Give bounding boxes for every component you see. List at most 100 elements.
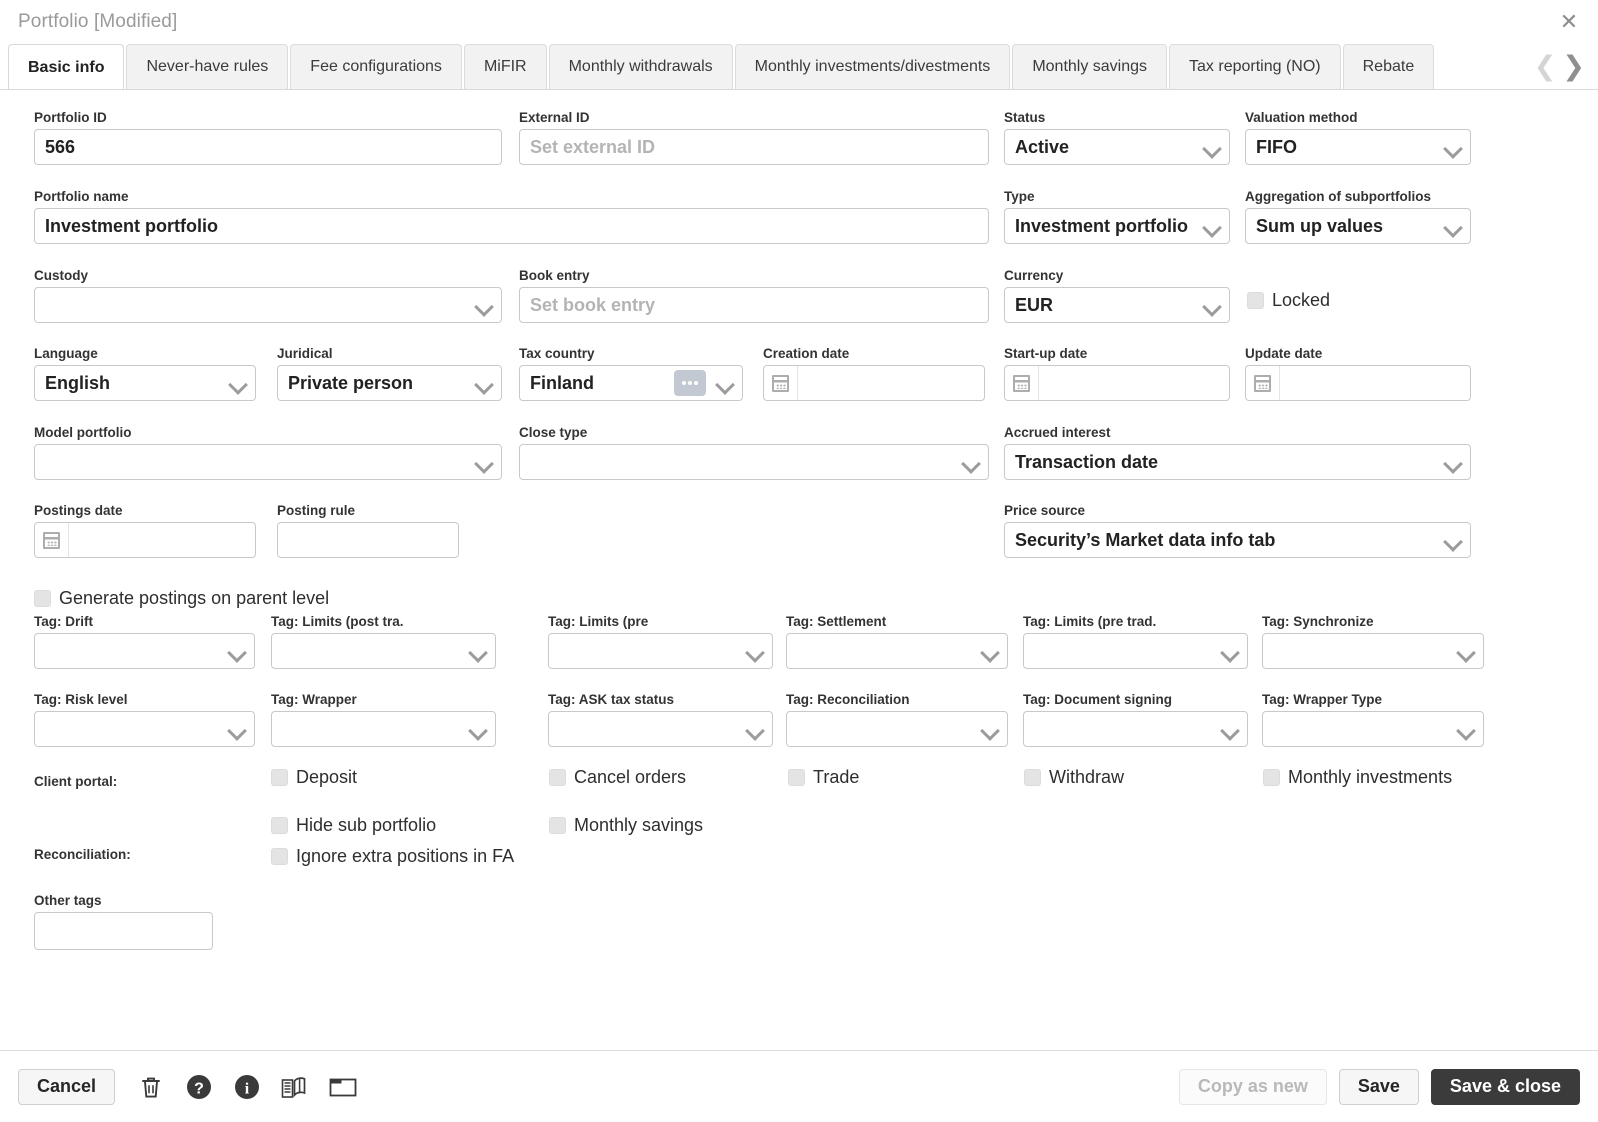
monthly-savings-checkbox[interactable] [549,817,566,834]
checkbox-withdraw[interactable]: Withdraw [1024,767,1124,788]
status-value: Active [1015,136,1070,157]
tab-never-have-rules[interactable]: Never-have rules [126,44,289,89]
checkbox-deposit[interactable]: Deposit [271,767,357,788]
portfolio-name-input[interactable]: Investment portfolio [34,208,989,244]
close-type-select[interactable] [519,444,989,480]
custody-select[interactable] [34,287,502,323]
field-status: Status Active [1004,110,1230,165]
copy-as-new-button[interactable]: Copy as new [1178,1068,1327,1105]
tab-tax-reporting-no[interactable]: Tax reporting (NO) [1169,44,1341,89]
chevron-left-icon[interactable]: ❮ [1531,53,1560,80]
status-select[interactable]: Active [1004,129,1230,165]
other-tags-input[interactable] [34,912,213,950]
field-label: Book entry [519,268,590,283]
aggregation-value: Sum up values [1256,215,1384,236]
checkbox-hide-sub-portfolio[interactable]: Hide sub portfolio [271,815,436,836]
currency-value: EUR [1015,294,1054,315]
tag-wrapper-type-select[interactable] [1262,711,1484,747]
field-startup-date: Start-up date [1004,346,1230,401]
tab-monthly-savings[interactable]: Monthly savings [1012,44,1168,89]
tab-monthly-investments-divestments[interactable]: Monthly investments/divestments [734,44,1011,89]
checkbox-locked[interactable]: Locked [1247,290,1330,311]
trade-checkbox[interactable] [788,769,805,786]
book-entry-input[interactable]: Set book entry [519,287,989,323]
hide-sub-portfolio-checkbox[interactable] [271,817,288,834]
cancel-orders-checkbox[interactable] [549,769,566,786]
locked-checkbox[interactable] [1247,292,1264,309]
tab-rebate[interactable]: Rebate [1342,44,1435,89]
checkbox-monthly-investments[interactable]: Monthly investments [1263,767,1452,788]
close-icon[interactable]: ✕ [1554,7,1584,37]
save-button[interactable]: Save [1338,1068,1419,1105]
tag-wrapper-select[interactable] [271,711,496,747]
language-select[interactable]: English [34,365,256,401]
tag-settlement-select[interactable] [786,633,1008,669]
deposit-checkbox[interactable] [271,769,288,786]
portfolio-id-input[interactable]: 566 [34,129,502,165]
reconciliation-label: Reconciliation: [34,847,131,862]
accrued-interest-value: Transaction date [1015,451,1159,472]
tag-limits-pre-select[interactable] [548,633,773,669]
external-id-input[interactable]: Set external ID [519,129,989,165]
tag-risk-level-select[interactable] [34,711,255,747]
trash-icon[interactable] [137,1073,165,1101]
tax-country-picker-button[interactable] [674,370,706,396]
footer-icon-group: ? i [137,1073,357,1101]
client-portal-label: Client portal: [34,774,118,789]
tag-synchronize-select[interactable] [1262,633,1484,669]
generate-postings-checkbox[interactable] [34,590,51,607]
field-label: Posting rule [277,503,356,518]
calendar-icon[interactable] [35,523,69,557]
calendar-icon[interactable] [764,366,798,400]
monthly-investments-checkbox[interactable] [1263,769,1280,786]
calendar-icon[interactable] [1246,366,1280,400]
checkbox-trade[interactable]: Trade [788,767,859,788]
tab-mifir[interactable]: MiFIR [463,44,547,89]
tag-limits-pre-trade-select[interactable] [1023,633,1248,669]
posting-rule-input[interactable] [277,522,459,558]
tag-reconciliation-select[interactable] [786,711,1008,747]
checkbox-generate-postings[interactable]: Generate postings on parent level [34,588,329,609]
cancel-button[interactable]: Cancel [18,1068,116,1105]
type-select[interactable]: Investment portfolio [1004,208,1230,244]
field-label: Other tags [34,893,102,908]
field-label: Model portfolio [34,425,132,440]
price-source-select[interactable]: Security’s Market data info tab [1004,522,1471,558]
field-update-date: Update date [1245,346,1471,401]
tag-document-signing-select[interactable] [1023,711,1248,747]
tag-ask-tax-status-select[interactable] [548,711,773,747]
field-tag-ask-tax-status: Tag: ASK tax status [548,692,773,747]
tab-basic-info[interactable]: Basic info [8,44,125,89]
model-portfolio-select[interactable] [34,444,502,480]
currency-select[interactable]: EUR [1004,287,1230,323]
field-postings-date: Postings date [34,503,256,558]
startup-date-input[interactable] [1004,365,1230,401]
checkbox-ignore-extra-positions[interactable]: Ignore extra positions in FA [271,846,514,867]
aggregation-select[interactable]: Sum up values [1245,208,1471,244]
tax-country-select[interactable]: Finland [519,365,743,401]
juridical-select[interactable]: Private person [277,365,502,401]
checkbox-cancel-orders[interactable]: Cancel orders [549,767,686,788]
tag-drift-select[interactable] [34,633,255,669]
valuation-method-select[interactable]: FIFO [1245,129,1471,165]
tab-monthly-withdrawals[interactable]: Monthly withdrawals [548,44,733,89]
journal-icon[interactable] [281,1073,309,1101]
info-icon[interactable]: i [233,1073,261,1101]
help-icon[interactable]: ? [185,1073,213,1101]
tab-fee-configurations[interactable]: Fee configurations [290,44,462,89]
chevron-right-icon[interactable]: ❯ [1559,53,1588,80]
save-and-close-button[interactable]: Save & close [1430,1068,1580,1105]
calendar-icon[interactable] [1005,366,1039,400]
tax-country-value: Finland [530,372,594,393]
accrued-interest-select[interactable]: Transaction date [1004,444,1471,480]
window-icon[interactable] [329,1073,357,1101]
book-entry-placeholder: Set book entry [530,294,656,315]
creation-date-input[interactable] [763,365,985,401]
postings-date-input[interactable] [34,522,256,558]
checkbox-monthly-savings[interactable]: Monthly savings [549,815,703,836]
ignore-extra-positions-checkbox[interactable] [271,848,288,865]
withdraw-checkbox[interactable] [1024,769,1041,786]
update-date-input[interactable] [1245,365,1471,401]
type-value: Investment portfolio [1015,215,1189,236]
tag-limits-post-trade-select[interactable] [271,633,496,669]
